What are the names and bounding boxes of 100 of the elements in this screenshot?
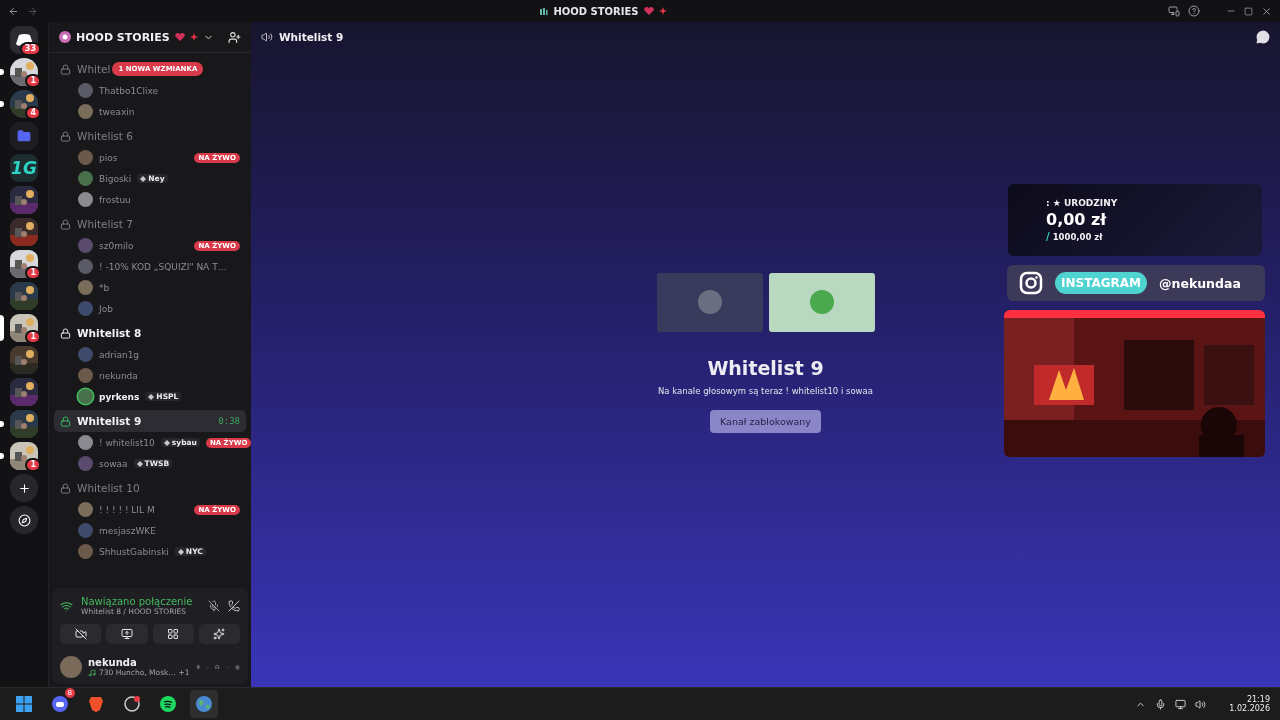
channel-name: Whitelist 9 bbox=[77, 415, 142, 427]
user-name[interactable]: frostuu bbox=[99, 194, 131, 205]
server-icon[interactable] bbox=[10, 186, 38, 214]
spark-icon bbox=[658, 7, 667, 15]
server-indicator bbox=[0, 421, 4, 427]
server-icon[interactable] bbox=[10, 250, 38, 278]
user-name[interactable]: ShhustGabinski bbox=[99, 546, 169, 557]
clock-time[interactable]: 21:19 bbox=[1246, 695, 1270, 704]
user-name[interactable]: sowaa bbox=[99, 458, 128, 469]
folder-icon bbox=[17, 129, 31, 143]
participant-tile[interactable] bbox=[656, 272, 763, 332]
user-name[interactable]: mesjaszWKE bbox=[99, 525, 156, 536]
lock-icon bbox=[60, 327, 71, 339]
taskbar-app[interactable]: 8 bbox=[46, 690, 74, 718]
add-server-button[interactable] bbox=[10, 474, 38, 502]
lion-shield-icon bbox=[89, 696, 103, 712]
lock-icon bbox=[60, 482, 71, 494]
disconnect-icon[interactable] bbox=[228, 600, 240, 612]
server-icon[interactable] bbox=[10, 346, 38, 374]
server-icon[interactable] bbox=[10, 90, 38, 118]
participant-tile[interactable] bbox=[768, 272, 875, 332]
goal-label: : ★ URODZINY bbox=[1046, 198, 1119, 208]
server-name[interactable]: HOOD STORIES bbox=[76, 30, 170, 44]
activities-button[interactable] bbox=[152, 624, 194, 644]
screen-share-button[interactable] bbox=[106, 624, 148, 644]
server-item[interactable]: 4 bbox=[0, 90, 48, 118]
server-item[interactable]: 1 bbox=[0, 250, 48, 278]
network-icon[interactable] bbox=[1175, 698, 1187, 710]
microphone-icon[interactable] bbox=[1155, 698, 1167, 710]
inbox-icon[interactable] bbox=[1168, 5, 1180, 17]
user-name[interactable]: sz0milo bbox=[99, 240, 134, 251]
voice-channel[interactable]: Whitelist 9 0:38 bbox=[54, 410, 246, 432]
server-icon[interactable] bbox=[10, 58, 38, 86]
voice-channel[interactable]: Whitelist 10 bbox=[54, 477, 246, 499]
user-name[interactable]: pios bbox=[99, 152, 118, 163]
avatar[interactable] bbox=[60, 656, 82, 678]
channel-name: Whitelist 7 bbox=[77, 218, 133, 230]
window-title: HOOD STORIES bbox=[553, 5, 639, 17]
connection-status: Nawiązano połączenie bbox=[81, 596, 194, 607]
taskbar-app[interactable] bbox=[190, 690, 218, 718]
voice-channel[interactable]: Whitelist 6 bbox=[54, 125, 246, 147]
camera-button[interactable] bbox=[60, 624, 102, 644]
user-name[interactable]: Thatbo1Clixe bbox=[99, 85, 159, 96]
user-name[interactable]: *b bbox=[99, 282, 110, 293]
server-indicator bbox=[0, 69, 4, 75]
screen-share-icon bbox=[120, 628, 133, 640]
server-icon[interactable] bbox=[10, 378, 38, 406]
signal-icon bbox=[60, 599, 73, 613]
invite-icon[interactable] bbox=[228, 30, 241, 44]
help-icon[interactable] bbox=[1188, 5, 1200, 17]
clock-date[interactable]: 1.02.2026 bbox=[1229, 704, 1270, 713]
discover-button[interactable] bbox=[10, 506, 38, 534]
notification-badge: 8 bbox=[64, 688, 75, 698]
user-name[interactable]: Job bbox=[99, 303, 113, 314]
server-item[interactable]: 1 bbox=[0, 442, 48, 470]
spark-icon bbox=[189, 33, 198, 41]
user-name[interactable]: adrian1g bbox=[99, 349, 140, 360]
server-emblem-icon bbox=[59, 31, 71, 43]
server-folder[interactable] bbox=[10, 410, 38, 438]
channel-name: Whitel bbox=[77, 63, 111, 75]
user-name[interactable]: Bigoski bbox=[99, 173, 132, 184]
speaker-icon[interactable] bbox=[1195, 698, 1207, 710]
server-icon[interactable] bbox=[10, 218, 38, 246]
server-indicator bbox=[0, 453, 4, 459]
tag-icon bbox=[136, 460, 143, 467]
soundboard-button[interactable] bbox=[198, 624, 240, 644]
server-item[interactable]: 1 bbox=[0, 314, 48, 342]
user-name[interactable]: ! ! ! ! ! LIL M bbox=[99, 504, 155, 515]
lock-icon bbox=[60, 218, 71, 230]
channel-name: Whitelist 8 bbox=[77, 327, 142, 339]
tag-icon bbox=[148, 393, 155, 400]
hearts-icon bbox=[643, 7, 654, 15]
voice-channel[interactable]: Whitelist 7 bbox=[54, 213, 246, 235]
server-item[interactable]: 1 bbox=[0, 58, 48, 86]
music-app-icon bbox=[160, 696, 176, 712]
voice-channel[interactable]: Whitelist 8 bbox=[54, 322, 246, 344]
back-icon[interactable] bbox=[8, 5, 19, 17]
user-name[interactable]: ! whitelist10 bbox=[99, 437, 155, 448]
lock-icon bbox=[60, 63, 71, 75]
recorder-icon bbox=[124, 696, 140, 712]
server-icon[interactable] bbox=[10, 314, 38, 342]
hearts-icon bbox=[174, 33, 185, 41]
user-name[interactable]: pyrkens bbox=[99, 391, 140, 402]
goal-amount: 0,00 zł bbox=[1046, 210, 1108, 229]
user-name[interactable]: nekunda bbox=[99, 370, 138, 381]
noise-suppression-icon[interactable] bbox=[208, 600, 220, 612]
server-icon[interactable] bbox=[10, 282, 38, 310]
lock-icon bbox=[60, 415, 71, 427]
user-name[interactable]: tweaxin bbox=[99, 106, 135, 117]
server-item[interactable]: 1G bbox=[0, 154, 48, 182]
goal-slash: / bbox=[1046, 231, 1050, 242]
close-icon[interactable] bbox=[1261, 5, 1272, 17]
camera-icon bbox=[1019, 271, 1043, 295]
server-item[interactable]: 33 bbox=[0, 26, 48, 54]
server-folder[interactable] bbox=[10, 442, 38, 470]
maximize-icon[interactable] bbox=[1244, 6, 1253, 16]
channel-locked-button[interactable]: Kanał zablokowany bbox=[710, 409, 821, 433]
server-icon[interactable]: 1G bbox=[10, 154, 38, 182]
user-name[interactable]: ! -10% KOD „SQUIZI" NA T… bbox=[99, 261, 227, 272]
chat-icon[interactable] bbox=[1256, 30, 1270, 44]
